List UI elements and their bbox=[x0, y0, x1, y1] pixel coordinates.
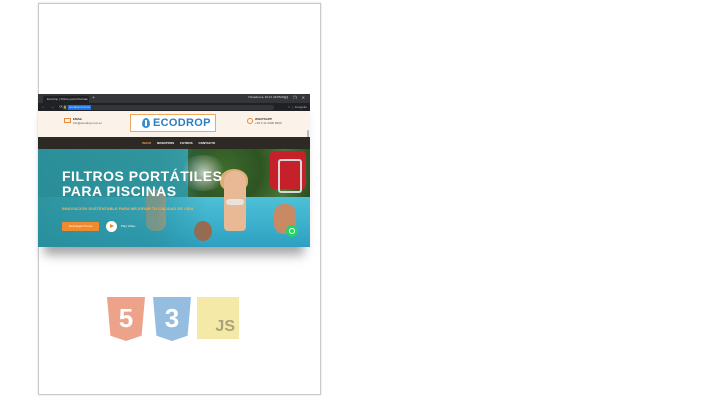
mail-value[interactable]: info@ecodrop.com.ar bbox=[73, 121, 102, 125]
mail-icon bbox=[64, 118, 71, 123]
whatsapp-value[interactable]: +54 9 11 0000 0000 bbox=[255, 121, 282, 125]
play-video-button[interactable] bbox=[106, 221, 117, 232]
html5-digit: 5 bbox=[118, 303, 134, 333]
nav-item-filtros[interactable]: FILTROS bbox=[180, 141, 193, 145]
hero-section: FILTROS PORTÁTILES PARA PISCINAS INNOVAC… bbox=[38, 149, 310, 247]
address-bar[interactable]: 🔒 ecodrop.com.ar bbox=[62, 104, 274, 110]
css3-shield-icon: 3 bbox=[153, 297, 191, 341]
browser-toolbar: ← → ⟳ 🔒 ecodrop.com.ar ☆ ⋮ Incógnito bbox=[38, 103, 310, 111]
cta-label: Descargar Promo bbox=[68, 224, 93, 228]
play-video-label[interactable]: Play Video bbox=[121, 221, 135, 232]
water-drop-icon bbox=[142, 118, 150, 128]
nav-item-inicio[interactable]: INICIO bbox=[142, 141, 151, 145]
nav-item-nosotros[interactable]: NOSOTROS bbox=[157, 141, 174, 145]
system-tray: Panadero ▸ 16:21 22/05/2023 bbox=[248, 95, 288, 99]
hero-title-line2: PARA PISCINAS bbox=[62, 183, 177, 199]
tab-title: Ecodrop | Filtros para Piscinas bbox=[47, 97, 88, 101]
site-navbar: INICIO NOSOTROS FILTROS CONTACTO bbox=[38, 137, 310, 149]
browser-tabbar: Ecodrop | Filtros para Piscinas × + Pana… bbox=[38, 94, 310, 103]
window-controls[interactable]: — ❐ ✕ bbox=[284, 95, 307, 100]
hero-subtitle: INNOVACIÓN SUSTENTABLE PARA MEJORAR TU C… bbox=[62, 206, 194, 211]
nav-item-contacto[interactable]: CONTACTO bbox=[198, 141, 215, 145]
toolbar-icons[interactable]: ☆ ⋮ Incógnito bbox=[287, 103, 307, 111]
html5-logo: 5 bbox=[105, 297, 147, 341]
download-promo-button[interactable]: Descargar Promo bbox=[62, 222, 99, 231]
hero-title: FILTROS PORTÁTILES bbox=[62, 168, 223, 184]
lock-icon: 🔒 bbox=[63, 104, 67, 109]
new-tab-icon[interactable]: + bbox=[92, 95, 95, 101]
logo-text: ECODROP bbox=[153, 117, 211, 129]
play-icon bbox=[110, 224, 114, 228]
js-text: JS bbox=[215, 318, 235, 335]
site-infobar: EMAIL info@ecodrop.com.ar ECODROP WHATSA… bbox=[38, 111, 310, 150]
site-logo[interactable]: ECODROP bbox=[130, 114, 216, 132]
hero-person-swimsuit bbox=[226, 199, 244, 205]
whatsapp-float-icon[interactable] bbox=[286, 225, 298, 237]
js-logo: JS bbox=[197, 297, 239, 339]
url-text[interactable]: ecodrop.com.ar bbox=[68, 104, 91, 110]
css3-digit: 3 bbox=[164, 303, 180, 333]
browser-tab[interactable]: Ecodrop | Filtros para Piscinas × bbox=[43, 96, 89, 103]
html5-shield-icon: 5 bbox=[107, 297, 145, 341]
whatsapp-icon bbox=[247, 118, 253, 124]
hero-chair-frame bbox=[278, 159, 302, 193]
css3-logo: 3 bbox=[151, 297, 193, 341]
website-screenshot: Ecodrop | Filtros para Piscinas × + Pana… bbox=[38, 94, 310, 247]
tab-close-icon[interactable]: × bbox=[85, 96, 87, 103]
